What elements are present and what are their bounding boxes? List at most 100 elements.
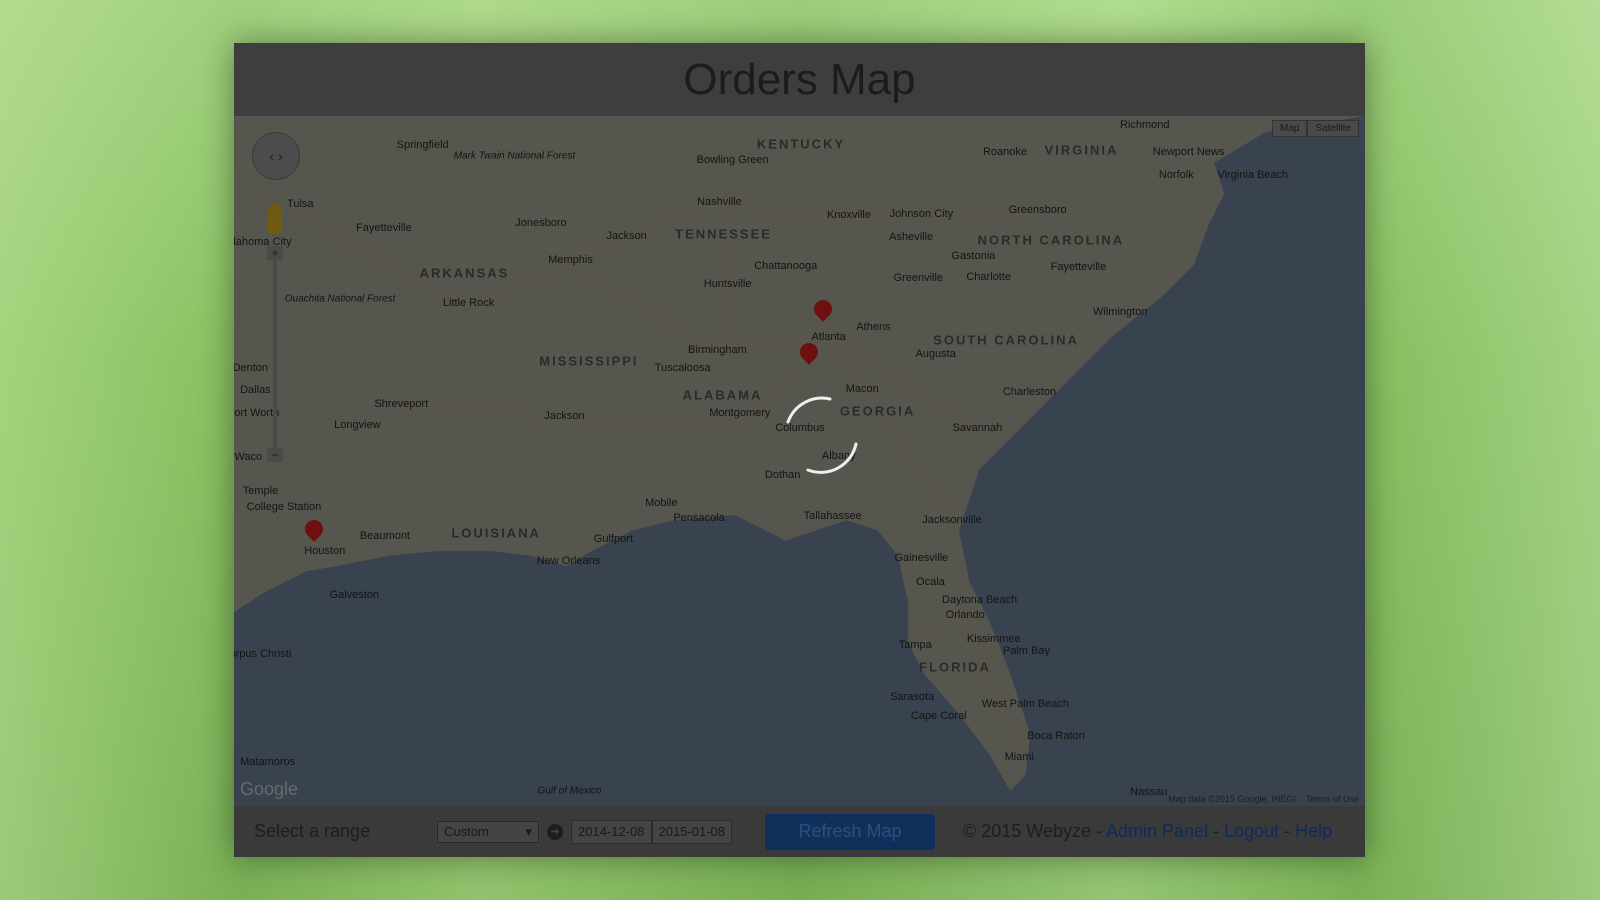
map-label: Dallas (240, 383, 271, 396)
arrow-right-circle-icon[interactable]: ➜ (547, 823, 563, 840)
map-label: Tuscaloosa (654, 362, 711, 375)
map-label: Kissimmee (966, 632, 1021, 645)
date-to-input[interactable]: 2015-01-08 (651, 819, 732, 844)
map-label: Cape Coral (910, 710, 967, 723)
map-label: Matamoros (240, 756, 296, 769)
map-label: Gastonia (951, 249, 996, 262)
map-label: Chattanooga (754, 260, 818, 273)
map-label: Palm Bay (1002, 644, 1050, 657)
map-label: Atlanta (811, 331, 846, 344)
map-label: KENTUCKY (756, 136, 846, 152)
map-label: VIRGINIA (1044, 142, 1119, 158)
map[interactable]: Springfield Mark Twain National Forest Bow… (234, 116, 1365, 806)
map-label: ARKANSAS (419, 265, 510, 281)
logout-link[interactable]: Logout (1224, 821, 1279, 841)
range-select[interactable]: Custom ▾ (437, 820, 539, 843)
map-label: Waco (234, 450, 263, 463)
map-label: Nashville (697, 195, 742, 208)
admin-panel-link[interactable]: Admin Panel (1106, 821, 1208, 841)
map-label: Charleston (1002, 385, 1057, 398)
map-label: Mark Twain National Forest (453, 150, 576, 162)
separator: - (1208, 821, 1225, 841)
map-label: NORTH CAROLINA (977, 232, 1125, 247)
map-label: Newport News (1152, 145, 1225, 158)
map-label: Houston (304, 544, 346, 557)
map-label: Springfield (396, 138, 449, 151)
loading-spinner-icon (786, 396, 858, 474)
street-view-pegman-icon[interactable] (268, 204, 282, 234)
map-label: Orlando (945, 609, 985, 622)
map-label: Jackson (606, 230, 647, 243)
map-label: SOUTH CAROLINA (933, 332, 1079, 348)
map-label: Augusta (915, 347, 956, 360)
map-label: FLORIDA (919, 659, 991, 675)
map-label: Little Rock (442, 296, 495, 309)
pan-control[interactable]: ‹ › (252, 132, 300, 180)
map-label: Jackson (544, 410, 585, 423)
map-label: Sarasota (890, 690, 935, 703)
map-label: Temple (242, 484, 279, 497)
map-label: Savannah (952, 422, 1003, 435)
map-label: Daytona Beach (941, 593, 1018, 606)
map-label: Longview (334, 419, 381, 432)
map-label: Miami (1004, 751, 1034, 763)
map-label: Roanoke (982, 145, 1028, 158)
map-label: Wilmington (1093, 305, 1148, 318)
map-label: Montgomery (709, 407, 771, 420)
map-label: Jonesboro (515, 217, 567, 230)
copyright: © 2015 Webyze - (963, 821, 1107, 841)
map-label: TENNESSEE (675, 226, 772, 242)
map-label: Jacksonville (922, 514, 982, 527)
page-title: Orders Map (683, 54, 916, 104)
zoom-slider[interactable] (273, 256, 277, 456)
range-label: Select a range (254, 821, 371, 841)
map-label: Tallahassee (803, 510, 862, 523)
help-link[interactable]: Help (1295, 821, 1332, 841)
google-logo: Google (240, 779, 299, 799)
map-label: Denton (234, 362, 269, 375)
map-label: Pensacola (673, 512, 725, 525)
map-label: Shreveport (374, 397, 429, 410)
refresh-map-button[interactable]: Refresh Map (765, 813, 935, 850)
date-from-input[interactable]: 2014-12-08 (571, 819, 652, 844)
map-type-control: Map Satellite (1271, 120, 1359, 137)
orders-map-panel: Orders Map Springfield Mark Twain Nationa… (234, 43, 1365, 857)
map-label: Galveston (329, 588, 380, 601)
map-label: Boca Raton (1027, 729, 1085, 742)
map-label: Knoxville (826, 209, 871, 221)
footer: Select a range Custom ▾ ➜ 2014-12-08 2015… (234, 806, 1365, 857)
map-label: Greenville (893, 272, 944, 285)
map-label: Johnson City (889, 207, 954, 220)
map-label: Memphis (548, 253, 593, 266)
map-label: Tampa (898, 638, 932, 651)
map-type-satellite-button[interactable]: Satellite (1307, 120, 1359, 137)
map-label: LOUISIANA (451, 525, 541, 541)
map-label: West Palm Beach (981, 697, 1070, 710)
range-select-value: Custom (444, 824, 489, 839)
map-label: Huntsville (703, 278, 752, 291)
map-label: ALABAMA (682, 387, 763, 403)
map-label: Virginia Beach (1217, 169, 1289, 182)
map-label: Ocala (916, 576, 945, 589)
terms-link[interactable]: Terms of Use (1306, 794, 1359, 804)
map-label: Norfolk (1158, 169, 1194, 182)
map-label: Mobile (645, 496, 678, 509)
dropdown-arrow-icon: ▾ (525, 823, 532, 839)
map-type-map-button[interactable]: Map (1271, 120, 1308, 137)
map-label: Asheville (889, 231, 934, 244)
map-label: MISSISSIPPI (539, 353, 639, 369)
map-label: New Orleans (536, 555, 601, 568)
separator: - (1279, 821, 1296, 841)
map-label: Athens (856, 321, 891, 334)
map-label: Corpus Christi (234, 647, 292, 660)
map-label: Fayetteville (1050, 261, 1107, 274)
map-attribution: Map data ©2015 Google, INEGI Terms of Use (1158, 794, 1359, 804)
map-label: Richmond (1119, 119, 1170, 132)
map-label: Gainesville (894, 551, 949, 564)
map-label: Charlotte (966, 271, 1011, 284)
zoom-out-button[interactable]: − (267, 448, 283, 462)
map-label: Gulf of Mexico (537, 785, 602, 797)
map-label: Tulsa (287, 197, 314, 210)
map-label: Beaumont (359, 529, 410, 542)
footer-links: © 2015 Webyze - Admin Panel - Logout - H… (963, 821, 1332, 842)
